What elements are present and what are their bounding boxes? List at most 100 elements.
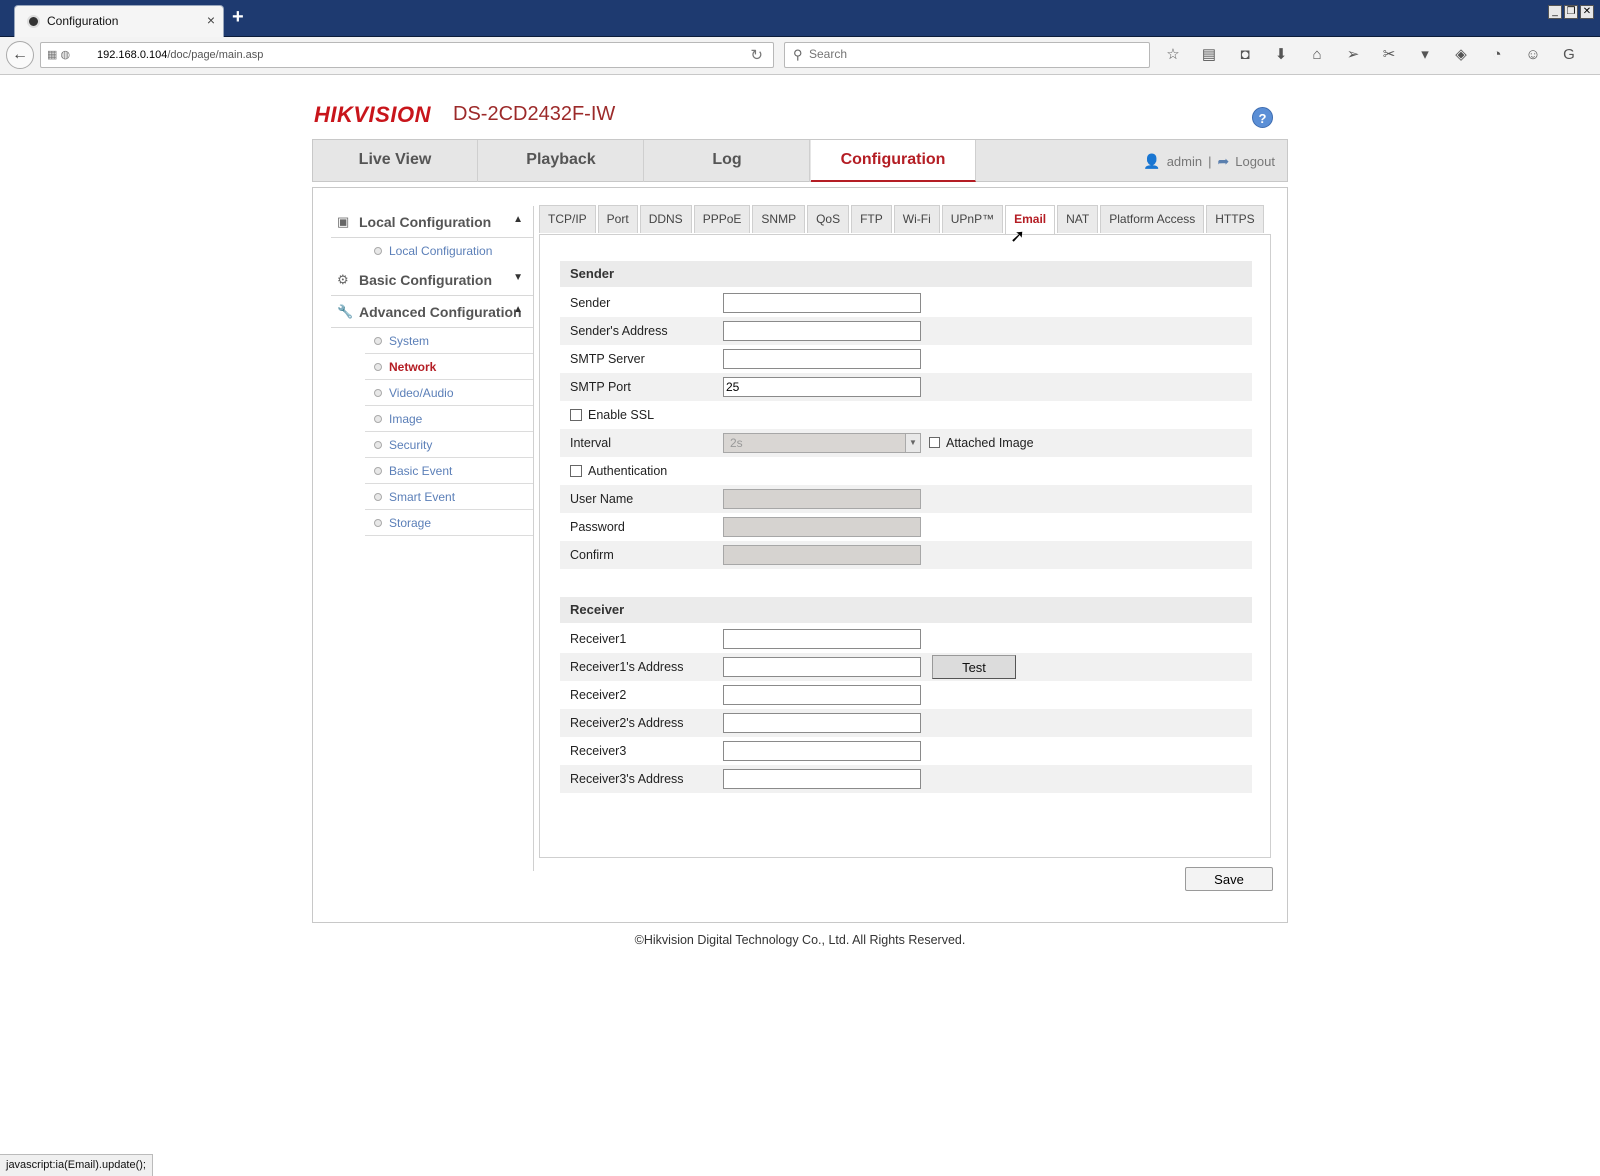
smtp-server-input[interactable] (723, 349, 921, 369)
bullet-icon (374, 388, 382, 397)
sidebar-item-network[interactable]: Network (365, 354, 533, 380)
tab-playback[interactable]: Playback (479, 140, 644, 182)
sidebar-item-local-configuration[interactable]: Local Configuration (365, 238, 533, 264)
restore-icon[interactable]: ❐ (1564, 5, 1578, 19)
help-icon[interactable]: ? (1252, 107, 1273, 128)
authentication-checkbox[interactable] (570, 465, 582, 477)
username-input[interactable] (723, 489, 921, 509)
tab-log[interactable]: Log (645, 140, 810, 182)
sidebar-item-image[interactable]: Image (365, 406, 533, 432)
tab-snmp[interactable]: SNMP (752, 205, 806, 233)
sync-icon[interactable]: ◈ (1448, 43, 1474, 67)
separator: | (1208, 154, 1212, 169)
home-icon[interactable]: ⌂ (1304, 43, 1330, 67)
test-button[interactable]: Test (932, 655, 1016, 679)
search-icon: ⚲ (793, 47, 803, 62)
reading-list-icon[interactable]: ▤ (1196, 43, 1222, 67)
sender-input[interactable] (723, 293, 921, 313)
interval-row: Interval 2s ▼ Attached Image (560, 429, 1252, 457)
tab-live-view[interactable]: Live View (313, 140, 478, 182)
search-bar[interactable]: ⚲ (784, 42, 1150, 68)
save-button[interactable]: Save (1185, 867, 1273, 891)
history-icon[interactable]: ◔ (1484, 43, 1510, 67)
receiver3-row: Receiver3 (560, 737, 1252, 765)
tab-tcpip[interactable]: TCP/IP (539, 205, 596, 233)
receiver2-row: Receiver2 (560, 681, 1252, 709)
sidebar-basic-configuration[interactable]: ⚙ Basic Configuration ▼ (331, 264, 533, 296)
sender-address-input[interactable] (723, 321, 921, 341)
addon-icon[interactable]: ✂ (1376, 43, 1402, 67)
browser-tab[interactable]: Configuration × (14, 5, 224, 37)
close-window-icon[interactable]: ✕ (1580, 5, 1594, 19)
tab-close-icon[interactable]: × (207, 12, 215, 28)
reload-icon[interactable]: ↻ (750, 46, 763, 64)
sidebar-item-basic-event[interactable]: Basic Event (365, 458, 533, 484)
translate-icon[interactable]: G (1556, 43, 1582, 67)
url-bar[interactable]: ▦ ◍ 192.168.0.104/doc/page/main.asp ↻ (40, 42, 774, 68)
enable-ssl-checkbox[interactable] (570, 409, 582, 421)
tab-qos[interactable]: QoS (807, 205, 850, 233)
bullet-icon (374, 362, 382, 371)
tab-platform-access[interactable]: Platform Access (1100, 205, 1205, 233)
minimize-icon[interactable]: _ (1548, 5, 1562, 19)
main-nav: Live View Playback Log Configuration 👤 a… (312, 139, 1288, 182)
tab-pppoe[interactable]: PPPoE (693, 205, 751, 233)
sidebar-item-label: Network (389, 359, 437, 374)
interval-select[interactable]: 2s ▼ (723, 433, 921, 453)
tab-upnp[interactable]: UPnP™ (941, 205, 1004, 233)
copyright-footer: ©Hikvision Digital Technology Co., Ltd. … (634, 933, 966, 947)
back-icon[interactable]: ← (6, 41, 34, 69)
enable-ssl-row: Enable SSL (560, 401, 1252, 429)
authentication-label: Authentication (588, 464, 668, 478)
sender-address-row: Sender's Address (560, 317, 1252, 345)
receiver1-input[interactable] (723, 629, 921, 649)
receiver3-address-input[interactable] (723, 769, 921, 789)
sidebar-item-label: Security (389, 437, 433, 452)
password-label: Password (570, 520, 625, 534)
confirm-input[interactable] (723, 545, 921, 565)
tab-ftp[interactable]: FTP (851, 205, 892, 233)
favicon-icon (27, 15, 40, 28)
attached-image-checkbox[interactable] (929, 437, 940, 448)
bullet-icon (374, 336, 382, 345)
sidebar-local-configuration[interactable]: ▣ Local Configuration ▲ (331, 206, 533, 238)
search-input[interactable] (809, 47, 1129, 61)
pocket-icon[interactable]: ◘ (1232, 43, 1258, 67)
tab-ddns[interactable]: DDNS (639, 205, 692, 233)
smtp-port-input[interactable] (723, 377, 921, 397)
sidebar-item-label: Basic Event (389, 463, 453, 478)
sidebar-item-storage[interactable]: Storage (365, 510, 533, 536)
menu-icon[interactable]: ≡ (1592, 43, 1600, 67)
tab-port[interactable]: Port (597, 205, 638, 233)
wrench-icon: 🔧 (337, 303, 354, 319)
download-icon[interactable]: ⬇ (1268, 43, 1294, 67)
send-icon[interactable]: ➢ (1340, 43, 1366, 67)
dropdown-icon[interactable]: ▾ (1412, 43, 1438, 67)
receiver2-input[interactable] (723, 685, 921, 705)
email-panel: Sender Sender Sender's Address SMTP Serv… (539, 234, 1271, 858)
sender-row: Sender (560, 289, 1252, 317)
network-subtabs: TCP/IP Port DDNS PPPoE SNMP QoS FTP Wi-F… (539, 205, 1266, 235)
tab-configuration[interactable]: Configuration (811, 140, 976, 182)
tab-https[interactable]: HTTPS (1206, 205, 1264, 233)
sidebar-item-system[interactable]: System (365, 328, 533, 354)
sidebar-item-smart-event[interactable]: Smart Event (365, 484, 533, 510)
username-label: User Name (570, 492, 634, 506)
sidebar-divider (533, 206, 534, 871)
tab-nat[interactable]: NAT (1057, 205, 1099, 233)
tab-wifi[interactable]: Wi-Fi (893, 205, 940, 233)
bullet-icon (374, 518, 382, 527)
bookmark-star-icon[interactable]: ☆ (1160, 43, 1186, 67)
sidebar-item-video-audio[interactable]: Video/Audio (365, 380, 533, 406)
receiver1-address-input[interactable] (723, 657, 921, 677)
receiver2-address-input[interactable] (723, 713, 921, 733)
receiver3-input[interactable] (723, 741, 921, 761)
sidebar-item-security[interactable]: Security (365, 432, 533, 458)
chat-icon[interactable]: ☺ (1520, 43, 1546, 67)
site-info-icon[interactable]: ▦ ◍ (47, 48, 70, 61)
password-input[interactable] (723, 517, 921, 537)
sidebar-advanced-configuration[interactable]: 🔧 Advanced Configuration ▲ (331, 296, 533, 328)
logout-link[interactable]: Logout (1235, 154, 1275, 169)
new-tab-icon[interactable]: + (232, 6, 244, 29)
chevron-up-icon: ▲ (513, 214, 523, 225)
